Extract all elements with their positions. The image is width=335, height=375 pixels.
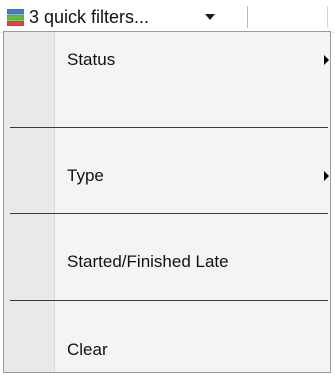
submenu-arrow-icon bbox=[324, 55, 329, 65]
toolbar-divider bbox=[247, 6, 248, 28]
menu-item-type[interactable]: Type bbox=[4, 156, 330, 196]
menu-icon-gutter bbox=[4, 32, 55, 372]
menu-item-status[interactable]: Status bbox=[4, 40, 330, 80]
stacked-filter-icon bbox=[7, 9, 24, 26]
toolbar: 3 quick filters... bbox=[0, 0, 335, 33]
menu-item-label: Type bbox=[67, 166, 104, 185]
menu-item-label: Status bbox=[67, 50, 116, 69]
menu-item-label: Clear bbox=[67, 340, 108, 359]
menu-separator bbox=[10, 300, 328, 301]
menu-item-clear[interactable]: Clear bbox=[4, 330, 330, 370]
screen: 3 quick filters... Status Type Started/F… bbox=[0, 0, 335, 375]
quick-filters-button[interactable]: 3 quick filters... bbox=[0, 0, 268, 32]
menu-item-label: Started/Finished Late bbox=[67, 252, 229, 271]
menu-separator bbox=[10, 127, 328, 128]
menu-separator bbox=[10, 213, 328, 214]
toolbar-divider bbox=[327, 6, 328, 28]
quick-filters-label: 3 quick filters... bbox=[29, 7, 150, 27]
quick-filters-menu: Status Type Started/Finished Late Clear bbox=[3, 31, 331, 373]
submenu-arrow-icon bbox=[324, 171, 329, 181]
chevron-down-icon bbox=[205, 14, 215, 20]
menu-item-started-finished-late[interactable]: Started/Finished Late bbox=[4, 242, 330, 282]
